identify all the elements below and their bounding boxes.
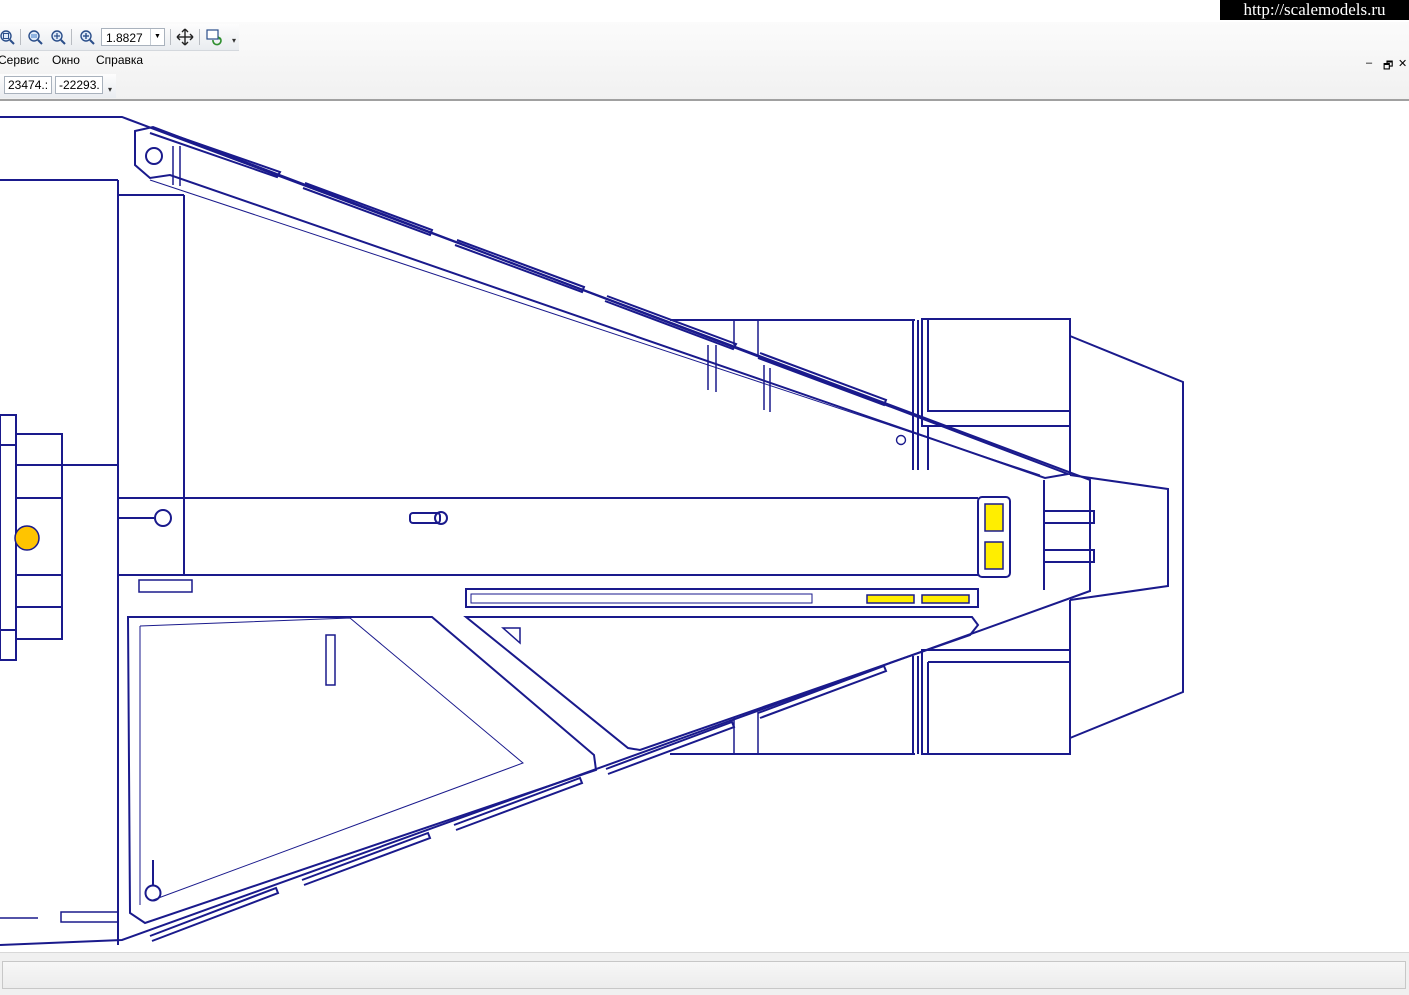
pan-icon[interactable] bbox=[176, 28, 194, 46]
yellow-panel-lower bbox=[984, 541, 1004, 570]
toolbar-area: 1.8827 ▼ ▾ Сервис Окно Справка – 🗗 ✕ 234… bbox=[0, 22, 1409, 100]
close-icon[interactable]: ✕ bbox=[1398, 57, 1407, 70]
zoom-previous-icon[interactable] bbox=[49, 28, 67, 46]
menu-item-help[interactable]: Справка bbox=[96, 53, 143, 67]
status-bar bbox=[0, 952, 1409, 995]
technical-drawing bbox=[0, 116, 1184, 946]
zoom-window-icon[interactable] bbox=[26, 28, 44, 46]
toolbar-separator bbox=[170, 29, 171, 45]
view-toolstrip: 1.8827 ▼ ▾ bbox=[0, 24, 239, 51]
x-coordinate-field[interactable]: 23474.: bbox=[4, 76, 52, 94]
toolbar-separator bbox=[71, 29, 72, 45]
orange-marker bbox=[14, 525, 40, 551]
zoom-fit-icon[interactable] bbox=[0, 28, 16, 46]
toolbar-separator bbox=[20, 29, 21, 45]
refresh-icon[interactable] bbox=[205, 28, 223, 46]
drawing-outline bbox=[0, 116, 1184, 946]
chevron-down-icon[interactable]: ▼ bbox=[150, 29, 164, 45]
zoom-in-icon[interactable] bbox=[78, 28, 96, 46]
y-coordinate-field[interactable]: -22293. bbox=[55, 76, 103, 94]
status-panel bbox=[2, 961, 1406, 989]
zoom-scale-value: 1.8827 bbox=[106, 31, 143, 45]
yellow-strip-left bbox=[866, 594, 915, 604]
menu-item-service[interactable]: Сервис bbox=[0, 53, 39, 67]
watermark-text: http://scalemodels.ru bbox=[1220, 0, 1409, 20]
zoom-scale-combobox[interactable]: 1.8827 ▼ bbox=[101, 28, 165, 46]
toolbar-overflow-grip[interactable]: ▾ bbox=[106, 76, 114, 96]
coordinates-toolbar: 23474.: -22293. ▾ bbox=[0, 74, 116, 98]
yellow-panel-upper bbox=[984, 503, 1004, 532]
yellow-strip-right bbox=[921, 594, 970, 604]
toolbar-separator bbox=[199, 29, 200, 45]
minimize-icon[interactable]: – bbox=[1366, 57, 1372, 69]
restore-icon[interactable]: 🗗 bbox=[1383, 57, 1393, 76]
menu-item-window[interactable]: Окно bbox=[52, 53, 80, 67]
drawing-canvas[interactable] bbox=[0, 101, 1409, 951]
toolbar-overflow-grip[interactable]: ▾ bbox=[230, 27, 238, 47]
